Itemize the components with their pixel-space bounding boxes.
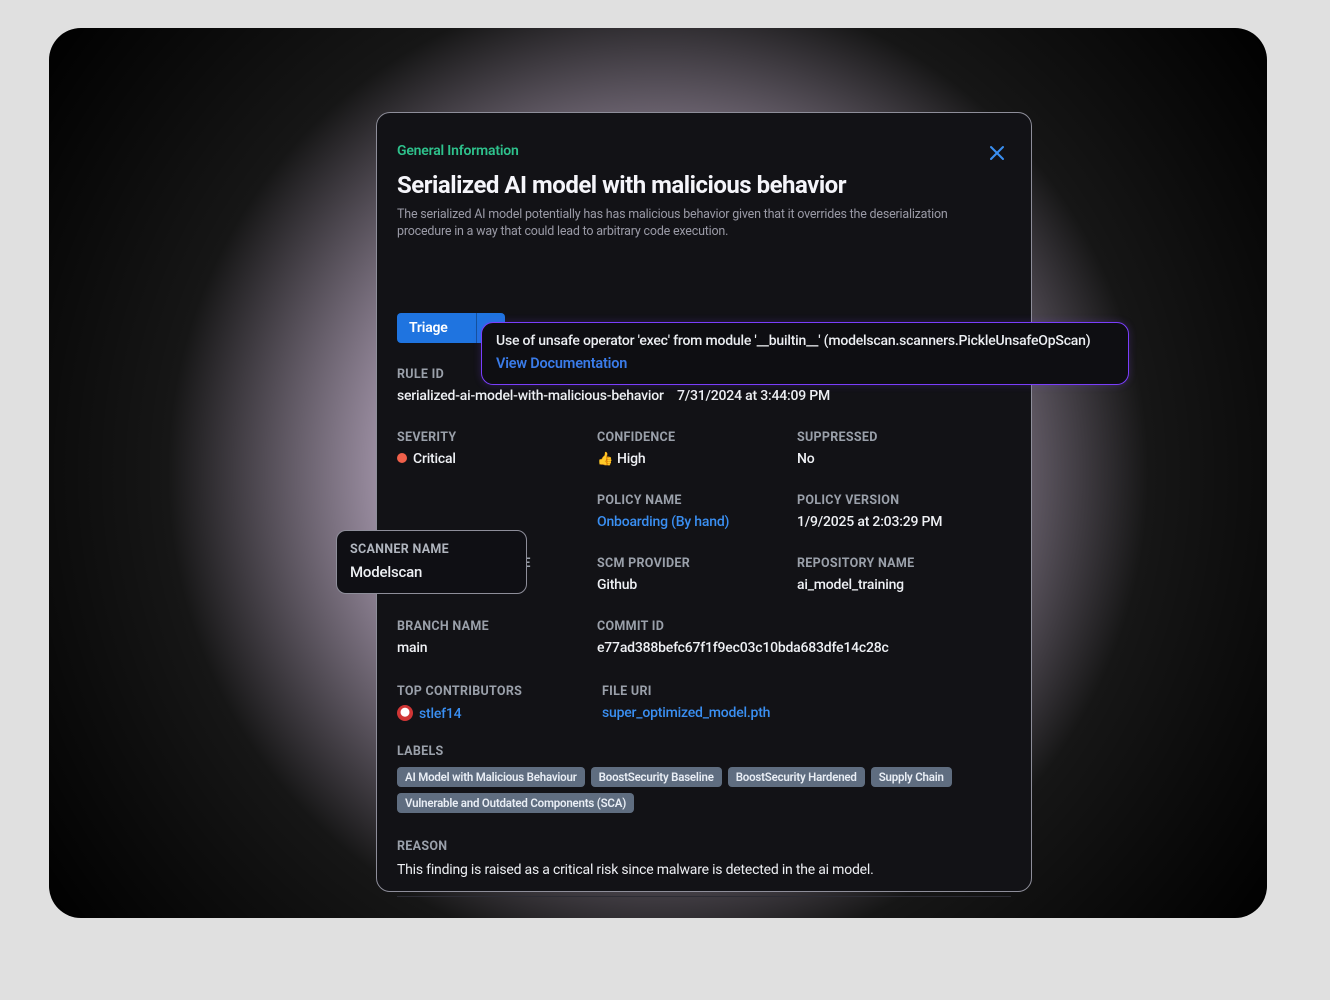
triage-button-label: Triage bbox=[397, 313, 476, 343]
repository-value: ai_model_training bbox=[797, 577, 1011, 593]
scm-provider-label: SCM PROVIDER bbox=[597, 556, 797, 571]
branch-cell: BRANCH NAME main bbox=[397, 619, 597, 656]
finding-popover: Use of unsafe operator 'exec' from modul… bbox=[481, 322, 1129, 385]
branch-value: main bbox=[397, 640, 597, 656]
repository-label: REPOSITORY NAME bbox=[797, 556, 1011, 571]
label-chip[interactable]: Supply Chain bbox=[871, 767, 952, 787]
policy-version-value: 1/9/2025 at 2:03:29 PM bbox=[797, 514, 1011, 530]
label-chip[interactable]: BoostSecurity Baseline bbox=[591, 767, 722, 787]
confidence-cell: CONFIDENCE 👍High bbox=[597, 430, 797, 467]
scanner-name-label: SCANNER NAME bbox=[350, 542, 513, 557]
label-chip[interactable]: Vulnerable and Outdated Components (SCA) bbox=[397, 793, 634, 813]
suppressed-label: SUPPRESSED bbox=[797, 430, 1011, 445]
labels-header: LABELS bbox=[397, 744, 1011, 759]
contributors-value[interactable]: stlef14 bbox=[397, 705, 602, 722]
confidence-label: CONFIDENCE bbox=[597, 430, 797, 445]
divider bbox=[397, 896, 1011, 897]
section-label: General Information bbox=[397, 143, 1011, 159]
scanner-name-callout: SCANNER NAME Modelscan bbox=[336, 530, 527, 594]
reason-text: This finding is raised as a critical ris… bbox=[397, 862, 1011, 878]
finding-title: Serialized AI model with malicious behav… bbox=[397, 171, 1011, 199]
policy-version-label: POLICY VERSION bbox=[797, 493, 1011, 508]
scm-provider-value: Github bbox=[597, 577, 797, 593]
file-uri-cell: FILE URI super_optimized_model.pth bbox=[602, 684, 1011, 722]
rule-id-value: serialized-ai-model-with-malicious-behav… bbox=[397, 388, 677, 404]
thumbs-up-icon: 👍 bbox=[597, 452, 613, 467]
reason-section: REASON This finding is raised as a criti… bbox=[397, 839, 1011, 897]
policy-name-cell: POLICY NAME Onboarding (By hand) bbox=[597, 493, 797, 530]
confidence-value: 👍High bbox=[597, 451, 797, 467]
suppressed-cell: SUPPRESSED No bbox=[797, 430, 1011, 467]
app-background: General Information Serialized AI model … bbox=[49, 28, 1267, 918]
avatar-icon bbox=[397, 705, 413, 721]
severity-label: SEVERITY bbox=[397, 430, 597, 445]
label-chip[interactable]: BoostSecurity Hardened bbox=[728, 767, 865, 787]
finding-description: The serialized AI model potentially has … bbox=[397, 207, 987, 241]
severity-value: Critical bbox=[397, 451, 597, 467]
scm-provider-cell: SCM PROVIDER Github bbox=[597, 556, 797, 593]
reason-header: REASON bbox=[397, 839, 1011, 854]
policy-version-cell: POLICY VERSION 1/9/2025 at 2:03:29 PM bbox=[797, 493, 1011, 530]
policy-name-link[interactable]: Onboarding (By hand) bbox=[597, 514, 797, 530]
label-chip[interactable]: AI Model with Malicious Behaviour bbox=[397, 767, 585, 787]
severity-dot-icon bbox=[397, 453, 407, 463]
finding-panel: General Information Serialized AI model … bbox=[376, 112, 1032, 892]
labels-chips: AI Model with Malicious Behaviour BoostS… bbox=[397, 767, 1011, 813]
commit-label: COMMIT ID bbox=[597, 619, 1011, 634]
contributors-cell: TOP CONTRIBUTORS stlef14 bbox=[397, 684, 602, 722]
labels-section: LABELS AI Model with Malicious Behaviour… bbox=[397, 744, 1011, 813]
suppressed-value: No bbox=[797, 451, 1011, 467]
contributors-label: TOP CONTRIBUTORS bbox=[397, 684, 602, 699]
repository-cell: REPOSITORY NAME ai_model_training bbox=[797, 556, 1011, 593]
file-uri-link[interactable]: super_optimized_model.pth bbox=[602, 705, 1011, 721]
view-documentation-link[interactable]: View Documentation bbox=[496, 355, 1114, 372]
commit-cell: COMMIT ID e77ad388befc67f1f9ec03c10bda68… bbox=[597, 619, 1011, 656]
commit-value: e77ad388befc67f1f9ec03c10bda683dfe14c28c bbox=[597, 640, 1011, 656]
popover-message: Use of unsafe operator 'exec' from modul… bbox=[496, 333, 1114, 349]
scanner-name-value: Modelscan bbox=[350, 563, 513, 581]
file-uri-label: FILE URI bbox=[602, 684, 1011, 699]
severity-cell: SEVERITY Critical bbox=[397, 430, 597, 467]
branch-label: BRANCH NAME bbox=[397, 619, 597, 634]
policy-name-label: POLICY NAME bbox=[597, 493, 797, 508]
close-icon[interactable] bbox=[983, 139, 1011, 167]
date-value: 7/31/2024 at 3:44:09 PM bbox=[677, 388, 1011, 404]
